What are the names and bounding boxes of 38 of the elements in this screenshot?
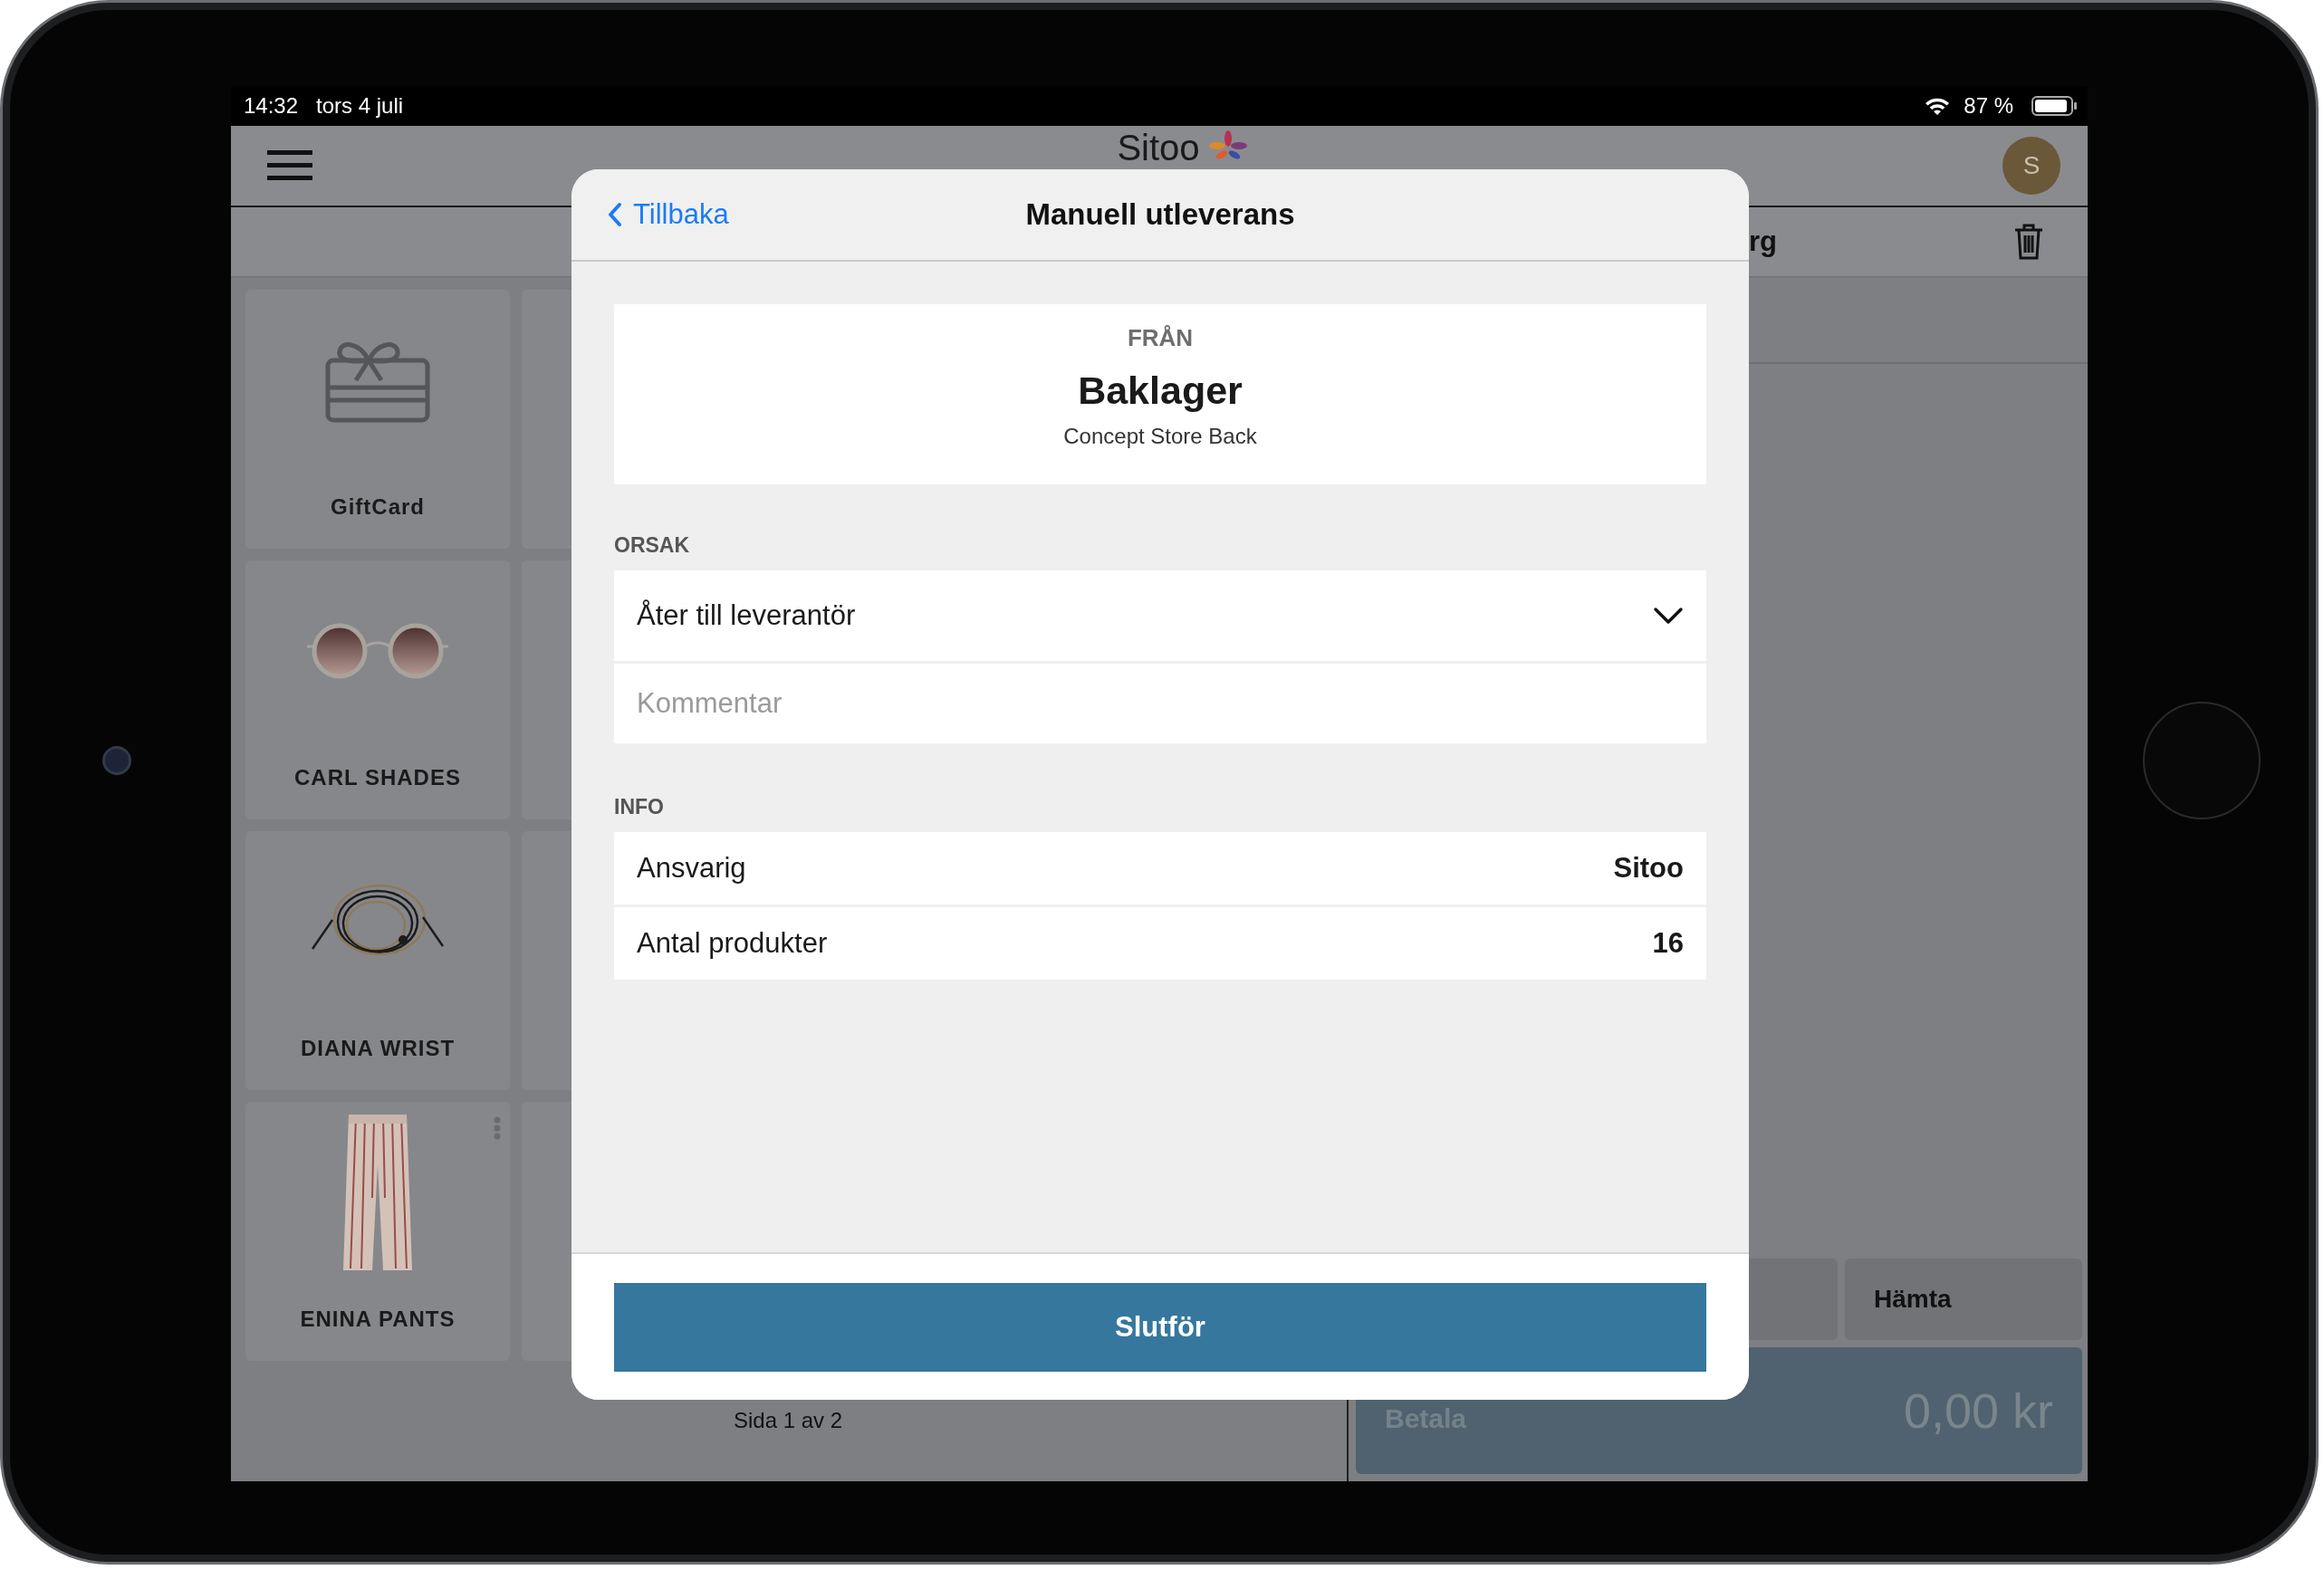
product-tile[interactable]: ENINA PANTS [245,1102,510,1361]
product-tile[interactable]: DIANA WRIST [245,831,510,1090]
source-name: Baklager [1078,369,1243,413]
menu-icon[interactable] [267,148,312,183]
back-link[interactable]: Tillbaka [608,198,729,231]
status-time: 14:32 [244,93,299,119]
page-indicator: Sida 1 av 2 [734,1408,843,1433]
info-label: Antal produkter [637,927,828,960]
camera-icon [102,746,131,775]
product-name: GiftCard [331,494,425,520]
logo-text: Sitoo [1117,129,1200,166]
wifi-icon [1924,96,1952,116]
info-label: Ansvarig [637,852,746,885]
product-name: CARL SHADES [294,765,461,790]
info-value: 16 [1652,927,1684,960]
chevron-left-icon [608,202,622,227]
chevron-down-icon [1653,607,1684,625]
info-value: Sitoo [1613,852,1684,885]
product-tile[interactable]: GiftCard [245,290,510,549]
reason-dropdown[interactable]: Åter till leverantör [614,570,1706,661]
trash-icon[interactable] [2013,223,2044,261]
comment-field[interactable]: Kommentar [614,664,1706,743]
status-date: tors 4 juli [316,93,404,119]
source-subtitle: Concept Store Back [1063,424,1257,449]
product-name: ENINA PANTS [300,1307,456,1332]
action-button[interactable]: Hämta [1845,1259,2082,1340]
battery-icon [2031,95,2079,117]
section-label: INFO [614,795,665,819]
product-tile[interactable]: CARL SHADES [245,560,510,819]
section-label: ORSAK [614,533,691,558]
source-label: FRÅN [1127,324,1194,352]
product-name: DIANA WRIST [300,1036,456,1061]
avatar[interactable]: S [2002,137,2060,195]
finish-button[interactable]: Slutför [614,1283,1706,1372]
cart-title: rg [1749,225,1777,258]
dropdown-value: Åter till leverantör [637,599,856,632]
dialog-title: Manuell utleverans [1025,197,1295,232]
battery-percentage: 87 % [1964,93,2013,119]
